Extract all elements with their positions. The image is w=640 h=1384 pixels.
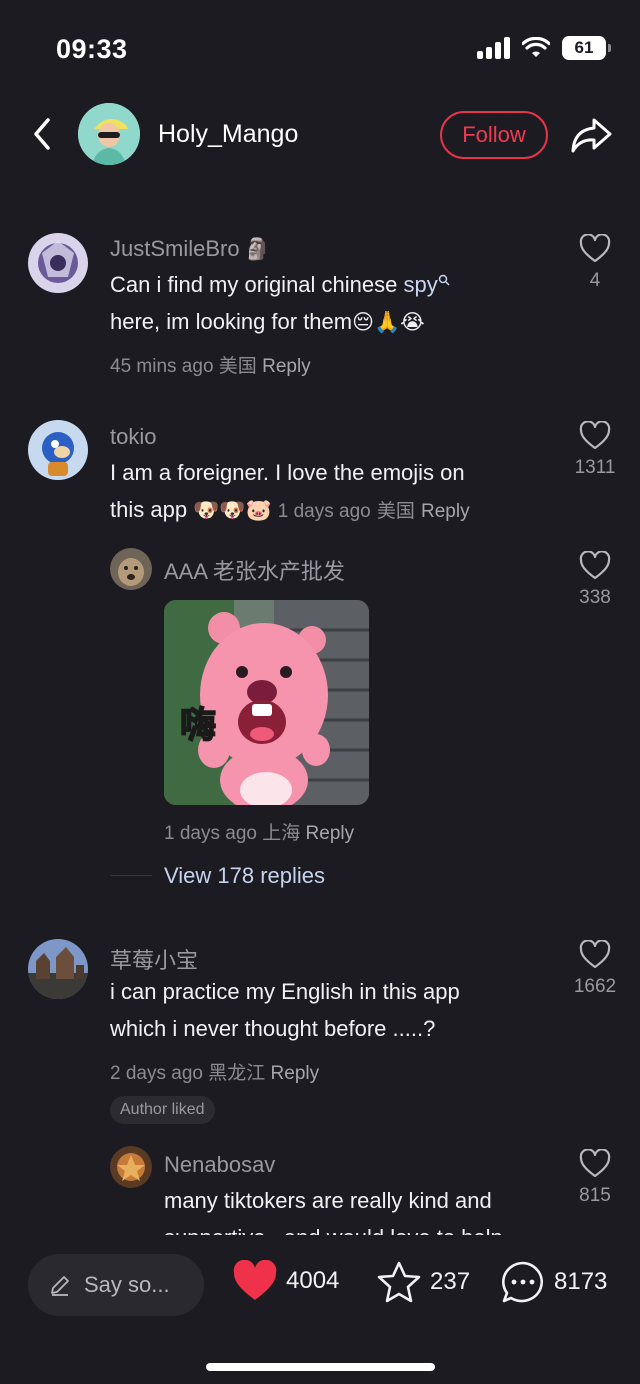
favorite-count: 237 [430,1268,471,1295]
comment-text-line: this app [110,497,188,522]
like-count: 815 [579,1185,611,1206]
comment-text-line: here, im looking for them [110,309,353,334]
comment-location: 美国 [218,356,257,377]
like-count: 1311 [574,457,616,478]
heart-outline-icon[interactable] [579,551,611,581]
emoji-group: 🐶🐶🐷 [193,498,272,522]
reply-button[interactable]: Reply [306,823,355,844]
comment-location: 黑龙江 [208,1063,266,1084]
sticker-image[interactable]: 嗨 [164,600,369,805]
emoji-group: 😔🙏😭 [352,310,425,334]
reply-time: 1 days ago [164,823,257,844]
comment-text-line: Can i find my original chinese [110,272,404,297]
home-indicator[interactable] [206,1363,435,1371]
comment-text: i can practice my English in this app wh… [110,973,550,1047]
comment-time: 1 days ago [277,501,371,522]
comment-meta: 2 days ago 黑龙江 Reply [110,1058,319,1085]
post-like-count: 4004 [286,1267,340,1294]
comment-text: I am a foreigner. I love the emojis on t… [110,454,550,530]
search-link[interactable]: spy [403,272,437,297]
favorite-button[interactable]: 237 [376,1260,470,1304]
commenter-avatar[interactable] [28,939,88,999]
search-icon [438,274,450,286]
like-count: 338 [579,587,611,608]
comments-button[interactable]: 8173 [500,1260,607,1304]
comment-like[interactable]: 1311 [560,421,630,479]
star-icon [377,1261,421,1303]
sticker-caption: 嗨 [179,703,217,746]
commenter-avatar[interactable] [28,233,88,293]
comment-like[interactable]: 1662 [560,940,630,998]
follow-button[interactable]: Follow [440,111,548,159]
moai-emoji: 🗿 [244,237,271,261]
author-avatar[interactable] [78,103,140,165]
comment-text: Can i find my original chinese spy here,… [110,266,550,341]
comment-input[interactable]: Say so... [28,1254,204,1316]
heart-outline-icon[interactable] [579,421,611,451]
reply-like[interactable]: 815 [560,1149,630,1207]
author-username[interactable]: Holy_Mango [158,120,298,149]
reply-avatar[interactable] [110,1146,152,1188]
reply-avatar[interactable] [110,548,152,590]
share-icon[interactable] [568,114,614,156]
heart-outline-icon[interactable] [579,1149,611,1179]
comment-header: JustSmileBro 🗿 [110,236,270,262]
comment-text-line: I am a foreigner. I love the emojis on [110,460,465,485]
comment-input-placeholder: Say so... [84,1272,170,1297]
replies-divider [110,875,152,876]
reply-username[interactable]: AAA 老张水产批发 [164,554,345,586]
reply-meta: 1 days ago 上海 Reply [164,818,354,845]
comment-username[interactable]: tokio [110,424,156,450]
commenter-avatar[interactable] [28,420,88,480]
reply-username[interactable]: Nenabosav [164,1152,275,1178]
comment-location: 美国 [376,501,415,522]
comment-text-line: i can practice my English in this app [110,979,460,1004]
heart-outline-icon[interactable] [579,940,611,970]
comment-username[interactable]: 草莓小宝 [110,943,198,975]
reply-like[interactable]: 338 [560,551,630,609]
heart-outline-icon[interactable] [579,234,611,264]
pencil-icon [51,1276,69,1296]
comment-count: 8173 [554,1268,608,1295]
author-liked-badge: Author liked [110,1096,215,1124]
view-replies-button[interactable]: View 178 replies [164,863,325,889]
comment-like[interactable]: 4 [560,234,630,292]
like-count: 4 [589,270,601,291]
comment-time: 2 days ago [110,1063,203,1084]
like-count: 1662 [573,976,617,997]
reply-button[interactable]: Reply [271,1063,320,1084]
heart-filled-icon [233,1260,277,1300]
reply-button[interactable]: Reply [421,501,470,522]
wifi-icon [522,37,550,57]
reply-text-line: many tiktokers are really kind and [164,1188,492,1213]
battery-icon: 61 [562,36,611,60]
comment-username[interactable]: JustSmileBro [110,236,240,261]
comment-meta: 45 mins ago 美国 Reply [110,351,311,378]
status-icons: 61 [477,36,611,60]
reply-button[interactable]: Reply [262,356,311,377]
comment-text-line: which i never thought before .....? [110,1016,436,1041]
like-post-button[interactable]: 4004 [232,1260,339,1302]
status-time: 09:33 [56,34,128,64]
comment-time: 45 mins ago [110,356,214,377]
reply-location: 上海 [262,823,301,844]
comment-bubble-icon [502,1261,543,1303]
signal-icon [477,37,510,59]
back-icon[interactable] [28,114,58,154]
